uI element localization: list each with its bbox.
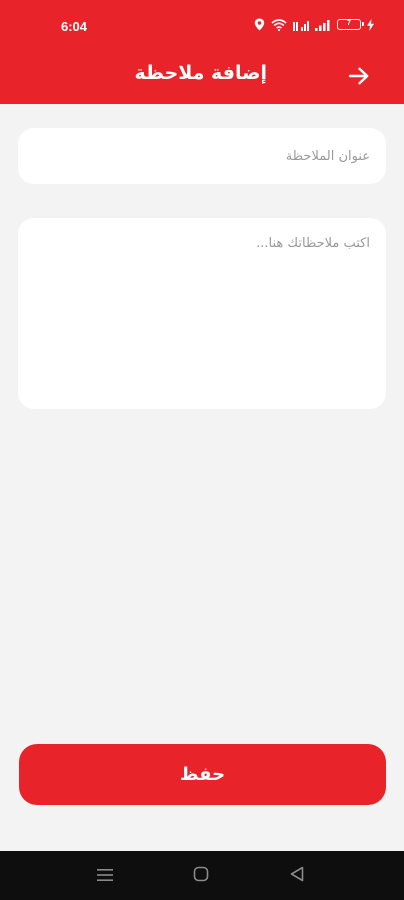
nav-back-button[interactable]	[286, 865, 308, 887]
signal-icon	[315, 19, 331, 31]
note-title-field	[18, 128, 386, 184]
note-title-input[interactable]	[18, 128, 386, 184]
hd-signal-icon	[293, 19, 309, 31]
save-button[interactable]: حفظ	[19, 744, 386, 805]
menu-icon	[97, 867, 113, 886]
charging-icon	[367, 18, 374, 31]
home-icon	[193, 866, 209, 886]
note-body-input[interactable]	[18, 218, 386, 409]
nav-recent-apps-button[interactable]	[94, 865, 116, 887]
arrow-right-icon	[348, 67, 370, 89]
wifi-icon	[271, 18, 287, 31]
note-body-field	[18, 218, 386, 409]
status-time: 6:04	[61, 19, 88, 34]
page-title: إضافة ملاحظة	[134, 62, 268, 84]
location-icon	[254, 18, 265, 31]
battery-icon: 7	[337, 19, 364, 30]
back-triangle-icon	[290, 866, 304, 886]
status-bar: 6:04 7	[0, 0, 404, 52]
system-nav-bar	[0, 851, 404, 900]
app-bar: إضافة ملاحظة	[0, 52, 404, 104]
back-button[interactable]	[344, 63, 374, 93]
battery-level: 7	[347, 20, 351, 27]
status-icons: 7	[254, 18, 374, 31]
nav-home-button[interactable]	[190, 865, 212, 887]
